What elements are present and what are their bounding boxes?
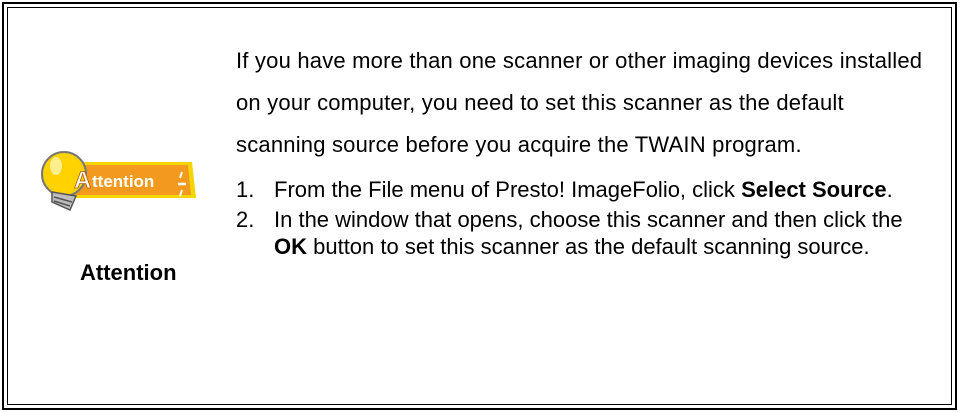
list-item: 1. From the File menu of Presto! ImageFol…: [236, 176, 926, 203]
attention-badge-initial: A: [74, 167, 91, 194]
list-item: 2. In the window that opens, choose this …: [236, 206, 926, 260]
steps-list: 1. From the File menu of Presto! ImageFol…: [236, 176, 926, 260]
attention-icon: A ttention: [32, 140, 200, 220]
step-text-end: button to set this scanner as the defaul…: [307, 234, 870, 259]
step-text: In the window that opens, choose this sc…: [274, 207, 903, 232]
attention-bulb-icon: A ttention: [41, 151, 196, 211]
attention-badge-text: ttention: [92, 172, 154, 191]
step-bold-text: OK: [274, 234, 307, 259]
step-number: 1.: [236, 177, 255, 202]
intro-paragraph: If you have more than one scanner or oth…: [236, 48, 923, 157]
step-number: 2.: [236, 207, 255, 232]
step-text: From the File menu of Presto! ImageFolio…: [274, 177, 742, 202]
step-bold-text: Select Source: [741, 177, 887, 202]
attention-content: If you have more than one scanner or oth…: [236, 40, 926, 263]
attention-label: Attention: [80, 260, 177, 285]
step-text-end: .: [886, 177, 893, 202]
